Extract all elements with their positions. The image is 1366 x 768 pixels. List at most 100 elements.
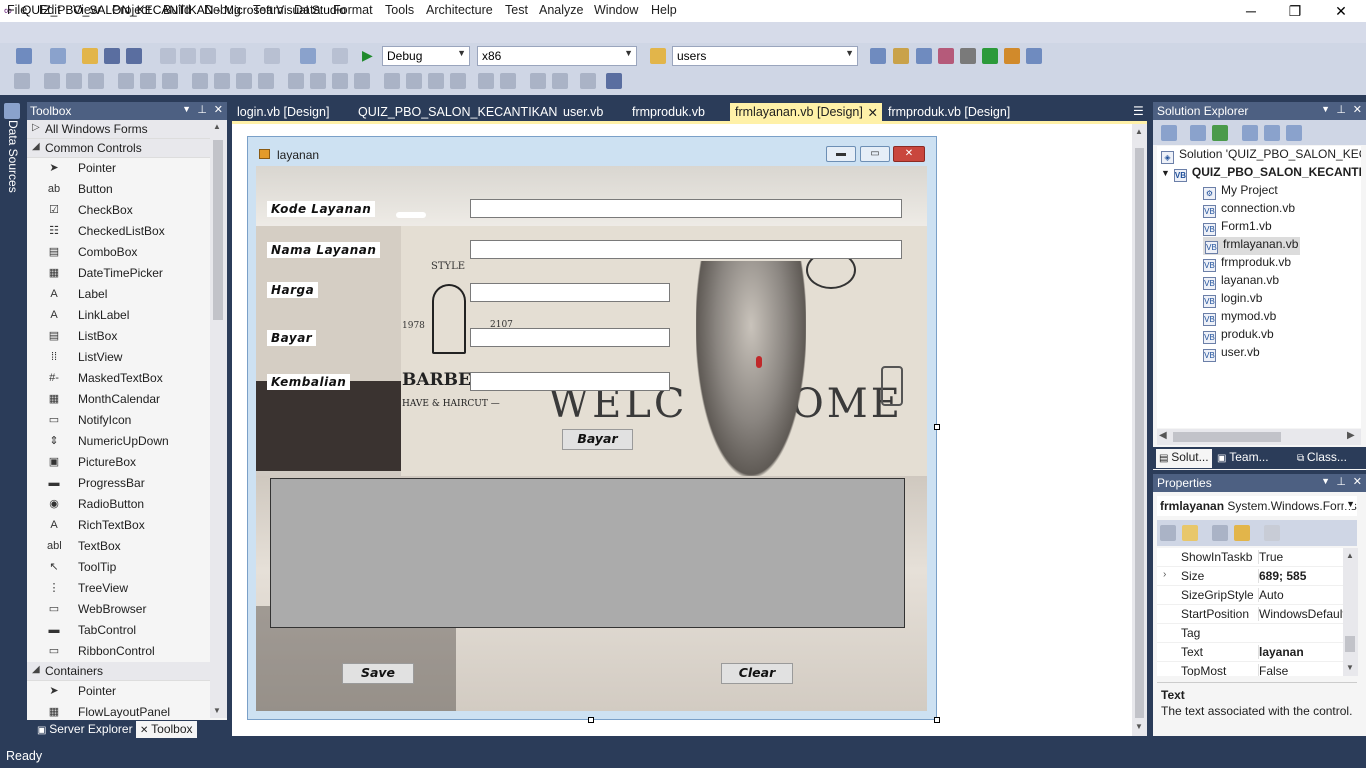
scroll-right-icon[interactable]: ▶	[1347, 430, 1355, 441]
solution-item[interactable]: VB connection.vb	[1203, 201, 1295, 219]
solution-item[interactable]: VB mymod.vb	[1203, 309, 1276, 327]
properties-icon[interactable]	[1161, 125, 1177, 141]
menu-team[interactable]: Team	[253, 3, 284, 17]
toolbox-item-pointer[interactable]: ➤ Pointer	[27, 681, 210, 702]
data-sources-icon[interactable]	[4, 103, 20, 119]
class-diagram-icon[interactable]	[1286, 125, 1302, 141]
clear-button[interactable]: Clear	[721, 663, 793, 684]
alphabetical-icon[interactable]	[1182, 525, 1198, 541]
scroll-down-icon[interactable]: ▼	[1346, 663, 1354, 672]
solution-hscroll-thumb[interactable]	[1173, 432, 1281, 442]
properties-object-select[interactable]: frmlayanan System.Windows.Forms.Form▼	[1157, 496, 1357, 516]
solution-item[interactable]: VB frmlayanan.vb	[1203, 237, 1301, 255]
form-close-icon[interactable]: ✕	[893, 146, 925, 162]
menu-edit[interactable]: Edit	[39, 3, 61, 17]
close-icon[interactable]: ✕	[1353, 103, 1362, 116]
toolbox-group-all-windows-forms[interactable]: ▷ All Windows Forms	[27, 120, 210, 139]
menu-file[interactable]: File	[7, 3, 27, 17]
toolbox-item-textbox[interactable]: abl TextBox	[27, 536, 210, 557]
kode-layanan-textbox[interactable]	[470, 199, 902, 218]
add-item-icon[interactable]	[50, 48, 66, 64]
harga-textbox[interactable]	[470, 283, 670, 302]
navigate-forward-icon[interactable]	[332, 48, 348, 64]
categorized-icon[interactable]	[1160, 525, 1176, 541]
bayar-textbox[interactable]	[470, 328, 670, 347]
navigate-back-icon[interactable]	[300, 48, 316, 64]
menu-format[interactable]: Format	[333, 3, 373, 17]
refresh-icon[interactable]	[1212, 125, 1228, 141]
property-value[interactable]: True	[1258, 550, 1343, 564]
toolbox-item-ribboncontrol[interactable]: ▭ RibbonControl	[27, 641, 210, 662]
remove-vertical-spacing-icon[interactable]	[450, 73, 466, 89]
solution-node[interactable]: ◈ Solution 'QUIZ_PBO_SALON_KECANTIKAN'	[1161, 147, 1361, 165]
scroll-left-icon[interactable]: ◀	[1159, 430, 1167, 441]
designer-scroll-thumb[interactable]	[1135, 148, 1144, 718]
tab-user-vb[interactable]: user.vb	[558, 103, 608, 122]
config-select[interactable]: Debug ▼	[382, 46, 470, 66]
toolbox-item-webbrowser[interactable]: ▭ WebBrowser	[27, 599, 210, 620]
close-icon[interactable]: ✕	[1353, 475, 1362, 488]
toolbox-group-containers[interactable]: ◢ Containers	[27, 662, 210, 681]
copy-icon[interactable]	[180, 48, 196, 64]
property-value[interactable]: 689; 585	[1258, 569, 1343, 583]
toolbox-item-listbox[interactable]: ▤ ListBox	[27, 326, 210, 347]
class-view-tab[interactable]: ⧉ Class...	[1294, 449, 1350, 468]
close-tab-icon[interactable]: ✕	[868, 105, 878, 120]
paste-icon[interactable]	[200, 48, 216, 64]
menu-tools[interactable]: Tools	[385, 3, 414, 17]
scroll-up-icon[interactable]: ▲	[1346, 551, 1354, 560]
bring-to-front-icon[interactable]	[530, 73, 546, 89]
property-pages-icon[interactable]	[1264, 525, 1280, 541]
find-in-files-icon[interactable]	[650, 48, 666, 64]
platform-select[interactable]: x86 ▼	[477, 46, 637, 66]
start-page-icon[interactable]	[982, 48, 998, 64]
toolbox-item-treeview[interactable]: ⋮ TreeView	[27, 578, 210, 599]
save-button[interactable]: Save	[342, 663, 414, 684]
toolbox-item-combobox[interactable]: ▤ ComboBox	[27, 242, 210, 263]
align-to-grid-icon[interactable]	[14, 73, 30, 89]
form-minimize-icon[interactable]: ▬	[826, 146, 856, 162]
menu-debug[interactable]: Debug	[204, 3, 241, 17]
remove-horizontal-spacing-icon[interactable]	[354, 73, 370, 89]
server-explorer-tab[interactable]: ▣ Server Explorer	[33, 721, 137, 738]
solution-item[interactable]: VB user.vb	[1203, 345, 1260, 363]
events-icon[interactable]	[1234, 525, 1250, 541]
property-row[interactable]: Tag	[1157, 624, 1343, 643]
tab-frmproduk-design[interactable]: frmproduk.vb [Design]	[883, 103, 1015, 122]
start-debug-icon[interactable]: ▶	[362, 47, 373, 64]
form-client-area[interactable]: STYLE 1978 2107 BARBER HAVE & HAIRCUT — …	[256, 166, 927, 711]
tools-icon[interactable]	[960, 48, 976, 64]
menu-help[interactable]: Help	[651, 3, 677, 17]
layanan-datagridview[interactable]	[270, 478, 905, 628]
toolbox-item-numericupdown[interactable]: ⇕ NumericUpDown	[27, 431, 210, 452]
make-same-size-icon[interactable]	[258, 73, 274, 89]
toolbox-item-checkbox[interactable]: ☑ CheckBox	[27, 200, 210, 221]
align-tops-icon[interactable]	[118, 73, 134, 89]
toolbox-icon[interactable]	[938, 48, 954, 64]
property-scroll-thumb[interactable]	[1345, 636, 1355, 652]
tab-project[interactable]: QUIZ_PBO_SALON_KECANTIKAN	[353, 103, 562, 122]
tab-frmlayanan-design[interactable]: frmlayanan.vb [Design] ✕	[730, 103, 882, 122]
new-project-icon[interactable]	[16, 48, 32, 64]
undo-icon[interactable]	[230, 48, 246, 64]
tab-order-icon[interactable]	[580, 73, 596, 89]
send-to-back-icon[interactable]	[552, 73, 568, 89]
scroll-down-icon[interactable]: ▼	[213, 706, 221, 715]
toolbox-item-monthcalendar[interactable]: ▦ MonthCalendar	[27, 389, 210, 410]
form-maximize-icon[interactable]: ▭	[860, 146, 890, 162]
menu-analyze[interactable]: Analyze	[539, 3, 583, 17]
properties-window-icon[interactable]	[893, 48, 909, 64]
resize-handle-corner[interactable]	[934, 717, 940, 723]
toolbox-item-tooltip[interactable]: ↖ ToolTip	[27, 557, 210, 578]
toolbox-item-checkedlistbox[interactable]: ☷ CheckedListBox	[27, 221, 210, 242]
menu-data[interactable]: Data	[294, 3, 320, 17]
toolbox-item-linklabel[interactable]: A LinkLabel	[27, 305, 210, 326]
toolbox-item-flowlayoutpanel[interactable]: ▦ FlowLayoutPanel	[27, 702, 210, 718]
open-folder-icon[interactable]	[82, 48, 98, 64]
menu-window[interactable]: Window	[594, 3, 638, 17]
property-value[interactable]: layanan	[1258, 645, 1343, 659]
show-all-files-icon[interactable]	[1190, 125, 1206, 141]
scroll-up-icon[interactable]: ▲	[213, 122, 221, 131]
close-icon[interactable]: ✕	[214, 103, 223, 116]
dropdown-icon[interactable]: ▼	[1321, 476, 1330, 486]
